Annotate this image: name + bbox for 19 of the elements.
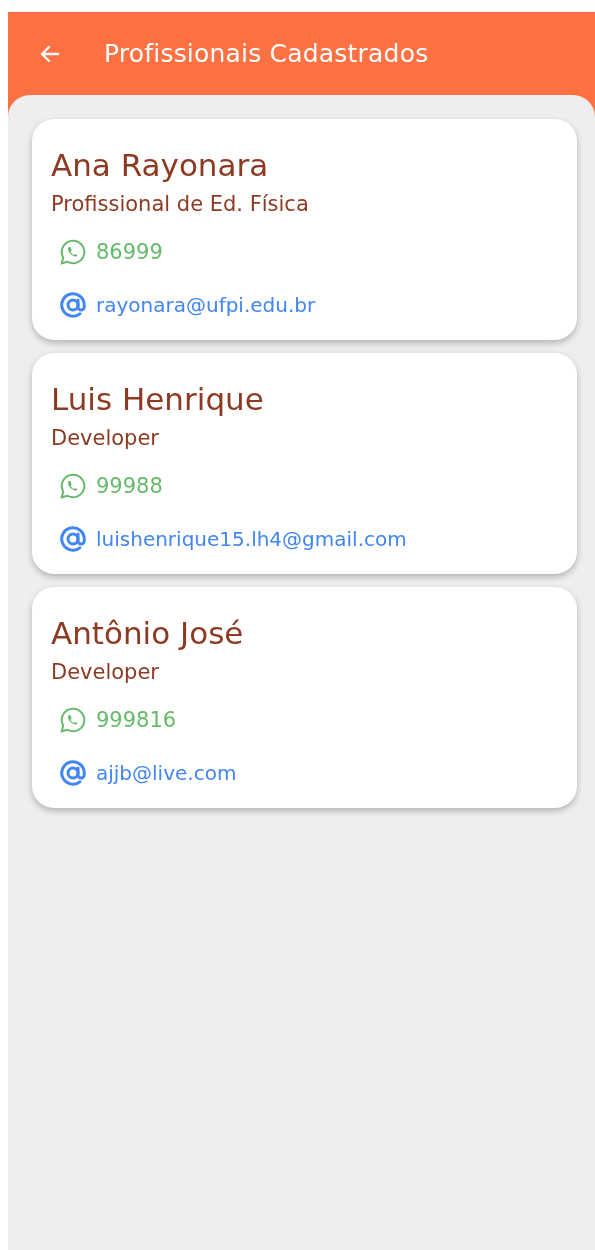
professional-role: Profissional de Ed. Física bbox=[51, 191, 310, 218]
phone-number: 86999 bbox=[96, 239, 163, 266]
whatsapp-icon bbox=[58, 705, 88, 735]
at-sign-icon bbox=[58, 290, 88, 320]
email-address: ajjb@live.com bbox=[96, 760, 237, 787]
whatsapp-icon bbox=[58, 471, 88, 501]
professional-role: Developer bbox=[51, 425, 160, 452]
professional-role: Developer bbox=[51, 659, 160, 686]
whatsapp-icon bbox=[58, 237, 88, 267]
at-sign-icon bbox=[58, 524, 88, 554]
professional-name: Luis Henrique bbox=[51, 380, 265, 419]
email-address: luishenrique15.lh4@gmail.com bbox=[96, 526, 407, 553]
phone-number: 99988 bbox=[96, 473, 163, 500]
at-sign-icon bbox=[58, 758, 88, 788]
page-title: Profissionais Cadastrados bbox=[104, 39, 429, 68]
phone-number: 999816 bbox=[96, 707, 177, 734]
professional-name: Antônio José bbox=[51, 614, 245, 653]
professional-name: Ana Rayonara bbox=[51, 146, 270, 185]
email-address: rayonara@ufpi.edu.br bbox=[96, 292, 316, 319]
